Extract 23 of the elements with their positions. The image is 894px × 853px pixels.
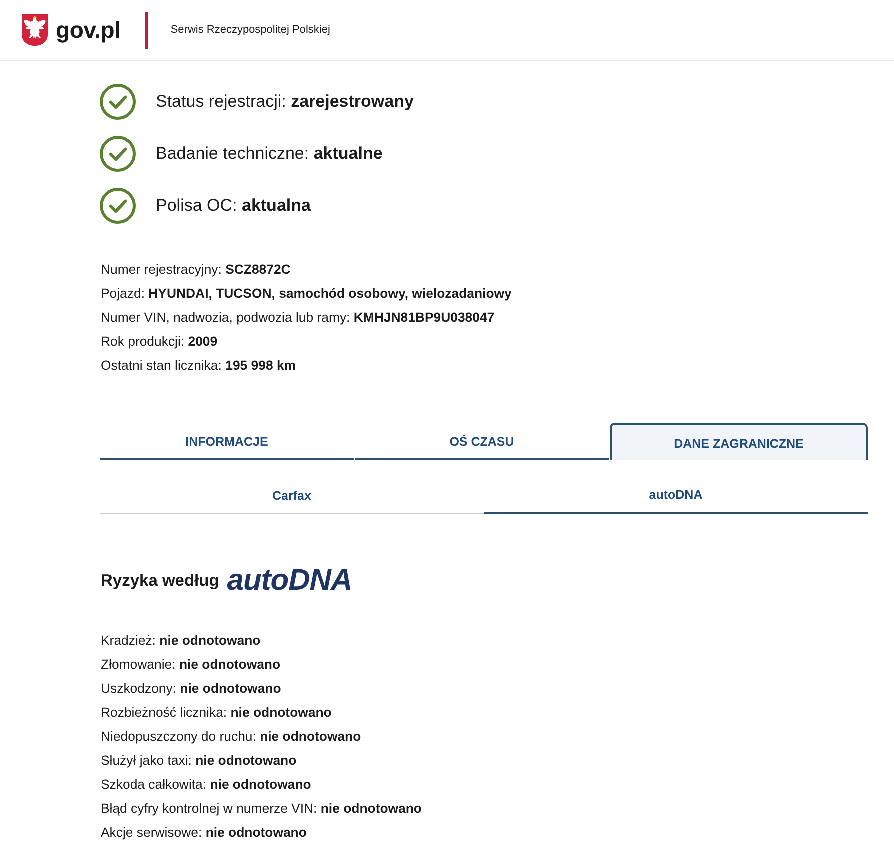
risk-line: Rozbieżność licznika: nie odnotowano <box>100 704 333 722</box>
section-heading: Ryzyka według <box>101 572 220 590</box>
risk-line: Szkoda całkowita: nie odnotowano <box>100 776 312 794</box>
risk-line: Służył jako taxi: nie odnotowano <box>100 752 298 770</box>
logo-text[interactable]: gov.pl <box>56 16 121 44</box>
vehicle-detail-line: Numer rejestracyjny: SCZ8872C <box>100 261 292 279</box>
tab[interactable]: DANE ZAGRANICZNE <box>610 423 868 460</box>
risk-line: Akcje serwisowe: nie odnotowano <box>100 824 308 842</box>
site-tagline: Serwis Rzeczypospolitej Polskiej <box>170 24 330 36</box>
risk-line: Kradzież: nie odnotowano <box>100 632 262 650</box>
vehicle-detail-line: Ostatni stan licznika: 195 998 km <box>100 357 298 375</box>
risk-line: Złomowanie: nie odnotowano <box>100 656 282 674</box>
autodna-logo: autoDNA <box>227 564 352 598</box>
vehicle-detail-line: Pojazd: HYUNDAI, TUCSON, samochód osobowy, wielozadaniowy <box>100 285 513 303</box>
status-text: Status rejestracji: zarejestrowany <box>156 92 414 112</box>
status-text: Badanie techniczne: aktualne <box>156 144 383 164</box>
risk-line: Niedopuszczony do ruchu: nie odnotowano <box>100 728 362 746</box>
risk-line: Uszkodzony: nie odnotowano <box>100 680 282 698</box>
risk-line: Błąd cyfry kontrolnej w numerze VIN: nie odnotowano <box>100 800 423 818</box>
status-text: Polisa OC: aktualna <box>156 196 311 216</box>
vehicle-detail-line: Rok produkcji: 2009 <box>100 333 219 351</box>
eagle-shield-icon <box>20 13 50 47</box>
vehicle-detail-line: Numer VIN, nadwozia, podwozia lub ramy: KMHJN81BP9U038047 <box>100 309 496 327</box>
